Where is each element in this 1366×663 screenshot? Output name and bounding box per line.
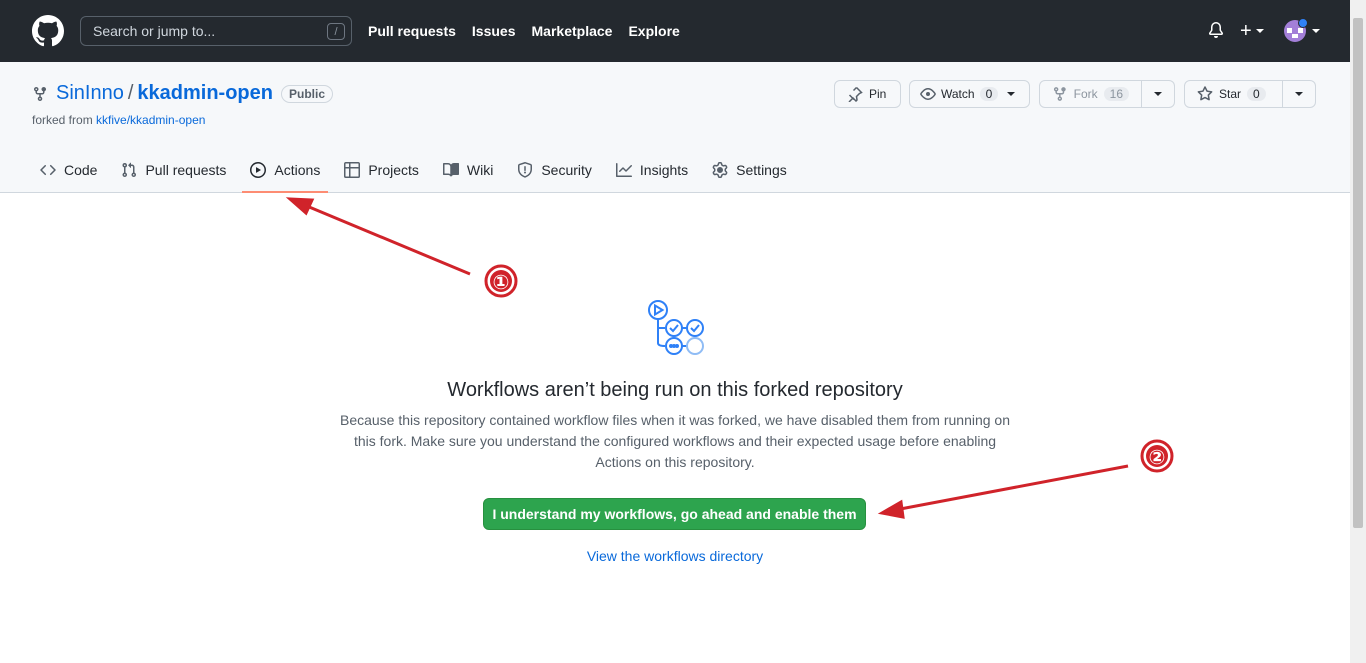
tab-label: Actions [274, 162, 321, 178]
pin-label: Pin [869, 87, 887, 101]
global-header: Search or jump to... / Pull requests Iss… [0, 0, 1350, 62]
shield-icon [518, 162, 533, 178]
search-placeholder: Search or jump to... [93, 23, 216, 39]
tab-pull-requests[interactable]: Pull requests [113, 150, 234, 190]
fork-label: Fork [1073, 87, 1098, 101]
tab-projects[interactable]: Projects [336, 150, 427, 190]
pin-button-wrap: Pin [834, 80, 901, 108]
tab-label: Projects [368, 162, 419, 178]
tab-label: Code [64, 162, 98, 178]
graph-icon [615, 163, 632, 177]
github-logo-icon[interactable] [32, 15, 64, 47]
nav-explore[interactable]: Explore [628, 23, 679, 39]
chevron-down-icon [1154, 92, 1162, 96]
tab-code[interactable]: Code [32, 150, 105, 190]
pin-button[interactable]: Pin [834, 80, 901, 108]
play-icon [250, 162, 267, 178]
tab-label: Pull requests [145, 162, 227, 178]
pin-icon [848, 86, 863, 102]
star-button[interactable]: Star 0 [1184, 80, 1283, 108]
actions-blank-state: Workflows aren’t being run on this forke… [0, 193, 1350, 663]
plus-icon: + [1240, 20, 1252, 42]
watch-count: 0 [979, 87, 999, 101]
tab-label: Wiki [466, 162, 494, 178]
blank-state-title: Workflows aren’t being run on this forke… [447, 379, 903, 401]
repo-forked-icon [34, 86, 46, 101]
repo-title: SinInno / kkadmin-open Public [32, 82, 333, 105]
chevron-down-icon [1007, 92, 1016, 96]
repo-forked-icon [1053, 87, 1066, 101]
repo-tabs: Code Pull requests Actions Projects Wiki… [32, 150, 803, 193]
create-new-dropdown[interactable]: + [1240, 20, 1264, 42]
forked-from-text: forked from kkfive/kkadmin-open [32, 113, 205, 127]
watch-label: Watch [941, 87, 975, 101]
tab-settings[interactable]: Settings [704, 150, 795, 190]
bell-icon[interactable] [1208, 22, 1224, 38]
fork-button[interactable]: Fork 16 [1039, 80, 1142, 108]
forked-from-link[interactable]: kkfive/kkadmin-open [96, 113, 205, 127]
chevron-down-icon [1312, 29, 1320, 33]
blank-state-description: Because this repository contained workfl… [339, 412, 1010, 470]
tab-security[interactable]: Security [509, 150, 600, 190]
chevron-down-icon [1255, 29, 1264, 33]
tab-label: Security [541, 162, 592, 178]
star-dropdown-button[interactable] [1283, 80, 1316, 108]
notification-dot-icon [1298, 18, 1308, 28]
visibility-badge: Public [280, 84, 333, 103]
chevron-down-icon [1295, 92, 1303, 96]
code-icon [40, 164, 56, 176]
nav-issues[interactable]: Issues [472, 23, 516, 39]
table-icon [344, 162, 361, 178]
tab-actions[interactable]: Actions [242, 150, 329, 193]
book-icon [442, 162, 459, 177]
search-input[interactable]: Search or jump to... / [80, 16, 352, 46]
gear-icon [712, 162, 728, 178]
star-control: Star 0 [1184, 80, 1316, 108]
tab-label: Insights [639, 162, 689, 178]
nav-marketplace[interactable]: Marketplace [532, 23, 613, 39]
pull-request-icon [122, 162, 137, 178]
star-icon [1197, 86, 1213, 101]
fork-dropdown-button[interactable] [1142, 80, 1175, 108]
repo-header: SinInno / kkadmin-open Public forked fro… [0, 62, 1350, 193]
tab-wiki[interactable]: Wiki [435, 150, 501, 190]
global-nav: Pull requests Issues Marketplace Explore [368, 0, 680, 62]
fork-count: 16 [1103, 87, 1129, 101]
star-label: Star [1219, 87, 1242, 101]
tab-label: Settings [736, 162, 787, 178]
repo-name-link[interactable]: kkadmin-open [137, 82, 273, 105]
watch-control: Watch 0 [909, 80, 1030, 108]
search-shortcut-key: / [327, 23, 345, 40]
view-workflows-directory-link[interactable]: View the workflows directory [0, 548, 1350, 564]
workflow-icon [648, 300, 704, 355]
nav-pull-requests[interactable]: Pull requests [368, 23, 456, 39]
scrollbar-thumb[interactable] [1353, 18, 1363, 528]
watch-button[interactable]: Watch 0 [909, 80, 1030, 108]
forked-from-prefix: forked from [32, 113, 93, 127]
fork-control: Fork 16 [1039, 80, 1175, 108]
repo-path-separator: / [127, 82, 134, 104]
star-count: 0 [1247, 87, 1266, 101]
tab-insights[interactable]: Insights [608, 150, 696, 190]
repo-owner-link[interactable]: SinInno [56, 82, 124, 105]
eye-icon [920, 88, 936, 100]
enable-workflows-button[interactable]: I understand my workflows, go ahead and … [483, 498, 866, 530]
